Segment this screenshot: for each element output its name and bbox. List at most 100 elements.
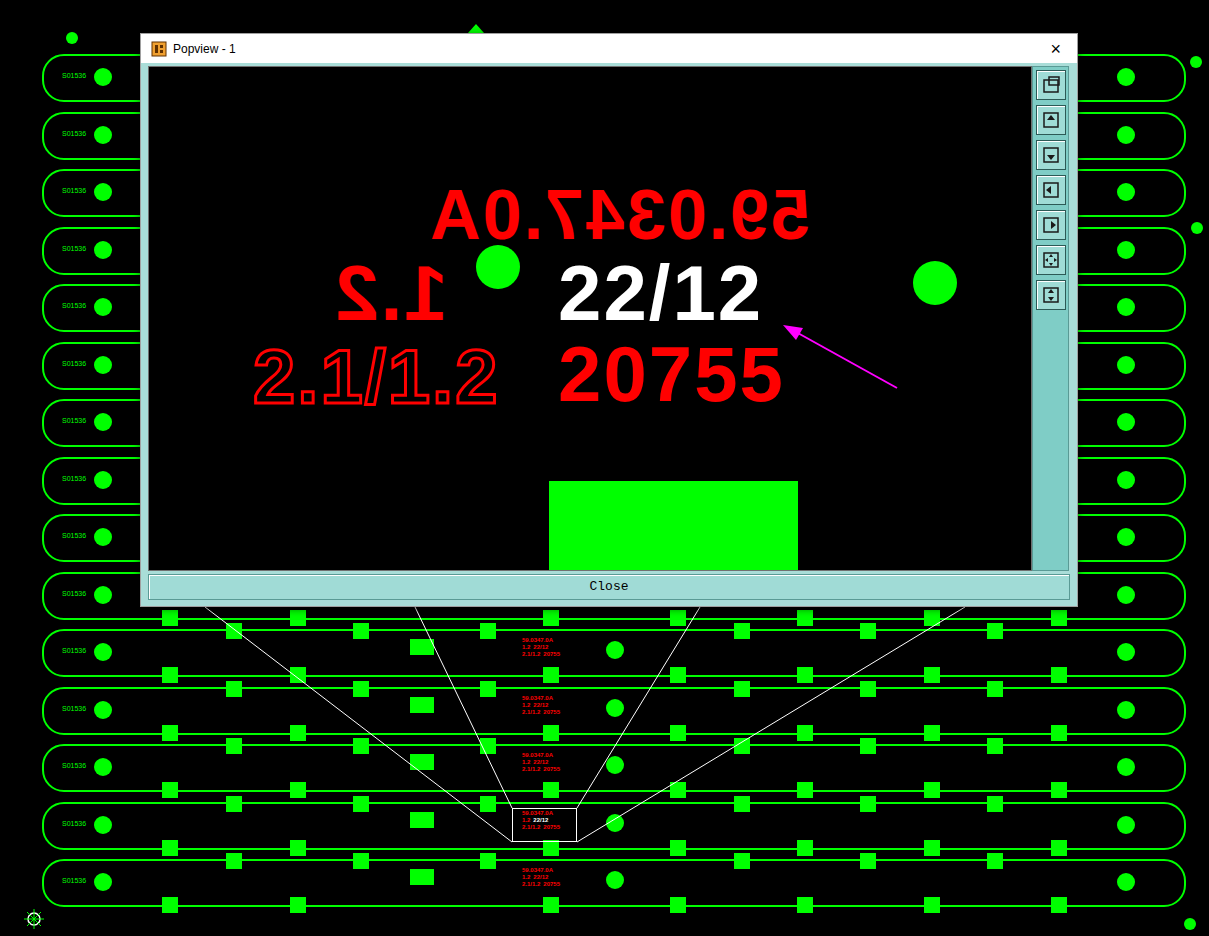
pad <box>543 897 559 913</box>
mount-hole <box>94 413 112 431</box>
pad <box>670 725 686 741</box>
toolbar-button[interactable] <box>1036 105 1066 135</box>
mount-hole <box>94 816 112 834</box>
row-label: S01536 <box>62 245 86 253</box>
mount-hole <box>1117 586 1135 604</box>
mount-hole <box>94 356 112 374</box>
via <box>606 699 624 717</box>
row-label: S01536 <box>62 417 86 425</box>
silkscreen-text: 20755 <box>558 335 785 413</box>
mount-hole <box>1117 126 1135 144</box>
silkscreen-label: 59.0347.0A1.222/122.1/1.220755 <box>522 752 560 773</box>
pad <box>290 610 306 626</box>
row-label: S01536 <box>62 590 86 598</box>
pad <box>290 725 306 741</box>
tool-icon <box>1040 249 1062 271</box>
mount-hole <box>94 758 112 776</box>
pad <box>797 610 813 626</box>
component <box>410 869 434 885</box>
pad <box>734 796 750 812</box>
mount-hole <box>1117 528 1135 546</box>
zoom-canvas[interactable]: 59.0347.0A1.222/122.1/1.220755 <box>148 66 1032 571</box>
pad <box>480 681 496 697</box>
pad <box>353 623 369 639</box>
mount-hole <box>1117 298 1135 316</box>
pad <box>543 840 559 856</box>
via <box>606 756 624 774</box>
mount-hole <box>1117 241 1135 259</box>
mount-hole <box>1117 183 1135 201</box>
board-row: S0153659.0347.0A1.222/122.1/1.220755 <box>42 744 1186 792</box>
row-label: S01536 <box>62 187 86 195</box>
fiducial <box>1184 918 1196 930</box>
pad <box>860 738 876 754</box>
pad <box>924 897 940 913</box>
toolbar-button[interactable] <box>1036 210 1066 240</box>
mount-hole <box>94 68 112 86</box>
toolbar-button[interactable] <box>1036 140 1066 170</box>
pad <box>1051 840 1067 856</box>
pad <box>543 610 559 626</box>
close-button[interactable]: Close <box>148 574 1070 600</box>
pad <box>1051 782 1067 798</box>
pad <box>162 725 178 741</box>
toolbar-button[interactable] <box>1036 70 1066 100</box>
pad <box>480 623 496 639</box>
pad <box>1051 725 1067 741</box>
pad <box>162 897 178 913</box>
mount-hole <box>1117 643 1135 661</box>
pad <box>290 840 306 856</box>
pad <box>987 623 1003 639</box>
close-icon[interactable]: × <box>1044 39 1067 59</box>
pad <box>860 853 876 869</box>
popview-window[interactable]: Popview - 1× 59.0347.0A1.222/122.1/1.2207… <box>140 33 1078 607</box>
pad <box>987 796 1003 812</box>
board-row: S0153659.0347.0A1.222/122.1/1.220755 <box>42 687 1186 735</box>
pad <box>987 681 1003 697</box>
component <box>410 754 434 770</box>
fiducial <box>66 32 78 44</box>
toolbar-button[interactable] <box>1036 175 1066 205</box>
pad <box>226 738 242 754</box>
mount-hole <box>1117 758 1135 776</box>
title-bar[interactable]: Popview - 1× <box>141 34 1077 63</box>
pad <box>162 782 178 798</box>
pad <box>226 623 242 639</box>
pad <box>797 840 813 856</box>
mount-hole <box>1117 68 1135 86</box>
toolbar-button[interactable] <box>1036 245 1066 275</box>
mount-hole <box>94 701 112 719</box>
toolbar-button[interactable] <box>1036 280 1066 310</box>
pad <box>353 738 369 754</box>
pad <box>353 796 369 812</box>
pad <box>924 840 940 856</box>
fiducial <box>1191 222 1203 234</box>
pad <box>1051 897 1067 913</box>
mount-hole <box>94 298 112 316</box>
pad <box>1051 667 1067 683</box>
component <box>410 639 434 655</box>
silkscreen-text: 59.0347.0A <box>428 180 810 250</box>
pad <box>226 853 242 869</box>
row-label: S01536 <box>62 705 86 713</box>
pad <box>1051 610 1067 626</box>
silkscreen-label: 59.0347.0A1.222/122.1/1.220755 <box>522 810 560 831</box>
pad <box>162 667 178 683</box>
tool-icon <box>1040 109 1062 131</box>
pad <box>549 481 798 571</box>
via <box>913 261 957 305</box>
pad <box>226 681 242 697</box>
mount-hole <box>1117 356 1135 374</box>
pad <box>290 667 306 683</box>
pad <box>924 667 940 683</box>
pad <box>797 782 813 798</box>
pad <box>924 782 940 798</box>
pad <box>162 840 178 856</box>
pcb-editor: S01536S01536S01536S01536S01536S01536S015… <box>0 0 1209 936</box>
pad <box>670 610 686 626</box>
pad <box>480 738 496 754</box>
component <box>410 812 434 828</box>
pad <box>480 796 496 812</box>
row-label: S01536 <box>62 130 86 138</box>
pad <box>480 853 496 869</box>
